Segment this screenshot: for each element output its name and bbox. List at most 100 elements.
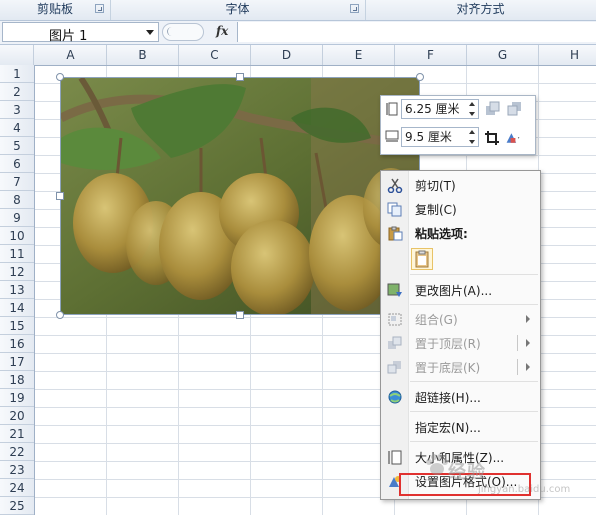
row-header[interactable]: 5 bbox=[0, 137, 34, 155]
crop-icon[interactable] bbox=[484, 130, 500, 146]
select-all-corner[interactable] bbox=[0, 45, 34, 65]
row-header[interactable]: 1 bbox=[0, 65, 34, 83]
row-header[interactable]: 9 bbox=[0, 209, 34, 227]
picture-size-toolbar: 6.25 厘米 9.5 厘米 bbox=[380, 95, 536, 155]
submenu-arrow-icon bbox=[526, 315, 530, 323]
kiwi-picture[interactable] bbox=[60, 77, 420, 315]
column-header-f[interactable]: F bbox=[395, 45, 467, 65]
row-headers: 1 2 3 4 5 6 7 8 9 10 11 12 13 14 15 16 1… bbox=[0, 65, 35, 515]
row-header[interactable]: 11 bbox=[0, 245, 34, 263]
menu-item-bring-to-front[interactable]: 置于顶层(R) bbox=[381, 332, 540, 354]
menu-item-assign-macro[interactable]: 指定宏(N)... bbox=[381, 416, 540, 438]
scissors-icon bbox=[387, 178, 403, 193]
row-header[interactable]: 25 bbox=[0, 497, 34, 515]
row-header[interactable]: 20 bbox=[0, 407, 34, 425]
menu-item-label: 复制(C) bbox=[415, 203, 457, 217]
column-header-d[interactable]: D bbox=[251, 45, 323, 65]
column-header-g[interactable]: G bbox=[467, 45, 539, 65]
menu-item-change-picture[interactable]: 更改图片(A)... bbox=[381, 279, 540, 301]
resize-handle[interactable] bbox=[56, 192, 64, 200]
resize-handle[interactable] bbox=[236, 73, 244, 81]
hyperlink-icon bbox=[388, 390, 402, 404]
menu-item-send-to-back[interactable]: 置于底层(K) bbox=[381, 356, 540, 378]
row-header[interactable]: 13 bbox=[0, 281, 34, 299]
row-header[interactable]: 18 bbox=[0, 371, 34, 389]
ribbon-group-clipboard: 剪贴板 bbox=[0, 0, 111, 20]
formula-input[interactable] bbox=[237, 22, 596, 42]
submenu-arrow-icon bbox=[526, 363, 530, 371]
column-header-c[interactable]: C bbox=[179, 45, 251, 65]
menu-item-label: 更改图片(A)... bbox=[415, 284, 493, 298]
shape-effects-icon[interactable] bbox=[505, 130, 521, 146]
row-header[interactable]: 19 bbox=[0, 389, 34, 407]
column-header-h[interactable]: H bbox=[539, 45, 596, 65]
height-value: 6.25 厘米 bbox=[405, 102, 460, 116]
menu-item-paste-options: 粘贴选项: bbox=[381, 222, 540, 244]
column-header-a[interactable]: A bbox=[35, 45, 107, 65]
row-header[interactable]: 2 bbox=[0, 83, 34, 101]
row-header[interactable]: 7 bbox=[0, 173, 34, 191]
row-header[interactable]: 4 bbox=[0, 119, 34, 137]
spin-arrows-icon[interactable] bbox=[469, 130, 476, 144]
row-header[interactable]: 3 bbox=[0, 101, 34, 119]
dialog-launcher-icon[interactable] bbox=[95, 4, 104, 13]
menu-separator bbox=[410, 274, 538, 275]
ribbon-group-font-label: 字体 bbox=[225, 2, 250, 16]
menu-item-label: 剪切(T) bbox=[415, 179, 456, 193]
watermark-subtext: jingyan.baidu.com bbox=[478, 484, 571, 495]
menu-separator bbox=[410, 381, 538, 382]
menu-separator bbox=[410, 441, 538, 442]
row-header[interactable]: 6 bbox=[0, 155, 34, 173]
row-header[interactable]: 8 bbox=[0, 191, 34, 209]
formula-bar-divider-handle[interactable] bbox=[162, 23, 204, 41]
bring-forward-icon[interactable] bbox=[485, 101, 501, 117]
resize-handle[interactable] bbox=[56, 73, 64, 81]
send-backward-icon[interactable] bbox=[507, 101, 523, 117]
ribbon-group-alignment: 对齐方式 bbox=[365, 0, 596, 20]
row-header[interactable]: 17 bbox=[0, 353, 34, 371]
row-header[interactable]: 24 bbox=[0, 479, 34, 497]
width-spinner[interactable]: 9.5 厘米 bbox=[401, 127, 479, 147]
context-menu: 剪切(T) 复制(C) 粘贴选项: 更改图片(A)... 组合(G) 置于顶层(… bbox=[380, 170, 541, 500]
group-icon bbox=[388, 313, 402, 326]
watermark-text: 经验 bbox=[448, 462, 486, 483]
paste-option-picture-button[interactable] bbox=[411, 248, 433, 270]
chevron-down-icon[interactable] bbox=[146, 30, 154, 35]
shape-height-icon bbox=[386, 102, 398, 116]
copy-icon bbox=[387, 202, 402, 217]
split-divider bbox=[517, 359, 518, 375]
bring-to-front-icon bbox=[388, 336, 402, 349]
row-header[interactable]: 21 bbox=[0, 425, 34, 443]
row-header[interactable]: 22 bbox=[0, 443, 34, 461]
menu-separator bbox=[410, 304, 538, 305]
insert-function-button[interactable]: fx bbox=[216, 24, 228, 38]
height-spinner[interactable]: 6.25 厘米 bbox=[401, 99, 479, 119]
ribbon-group-alignment-label: 对齐方式 bbox=[456, 2, 505, 16]
watermark-paw-icon bbox=[426, 454, 448, 475]
menu-item-group[interactable]: 组合(G) bbox=[381, 308, 540, 330]
name-box-value: 图片 1 bbox=[49, 29, 88, 44]
menu-item-copy[interactable]: 复制(C) bbox=[381, 198, 540, 220]
dialog-launcher-icon[interactable] bbox=[350, 4, 359, 13]
row-header[interactable]: 15 bbox=[0, 317, 34, 335]
ribbon-group-clipboard-label: 剪贴板 bbox=[36, 2, 73, 16]
column-header-e[interactable]: E bbox=[323, 45, 395, 65]
row-header[interactable]: 16 bbox=[0, 335, 34, 353]
name-box[interactable]: 图片 1 bbox=[2, 22, 159, 44]
send-to-back-icon bbox=[387, 361, 401, 374]
row-header[interactable]: 14 bbox=[0, 299, 34, 317]
split-divider bbox=[517, 335, 518, 351]
menu-item-cut[interactable]: 剪切(T) bbox=[381, 174, 540, 196]
resize-handle[interactable] bbox=[236, 311, 244, 319]
change-picture-icon bbox=[387, 283, 402, 297]
menu-separator bbox=[410, 411, 538, 412]
row-header[interactable]: 10 bbox=[0, 227, 34, 245]
resize-handle[interactable] bbox=[416, 73, 424, 81]
row-header[interactable]: 23 bbox=[0, 461, 34, 479]
menu-item-hyperlink[interactable]: 超链接(H)... bbox=[381, 386, 540, 408]
resize-handle[interactable] bbox=[56, 311, 64, 319]
spin-arrows-icon[interactable] bbox=[469, 102, 476, 116]
column-header-b[interactable]: B bbox=[107, 45, 179, 65]
kiwi-image bbox=[61, 78, 419, 314]
row-header[interactable]: 12 bbox=[0, 263, 34, 281]
